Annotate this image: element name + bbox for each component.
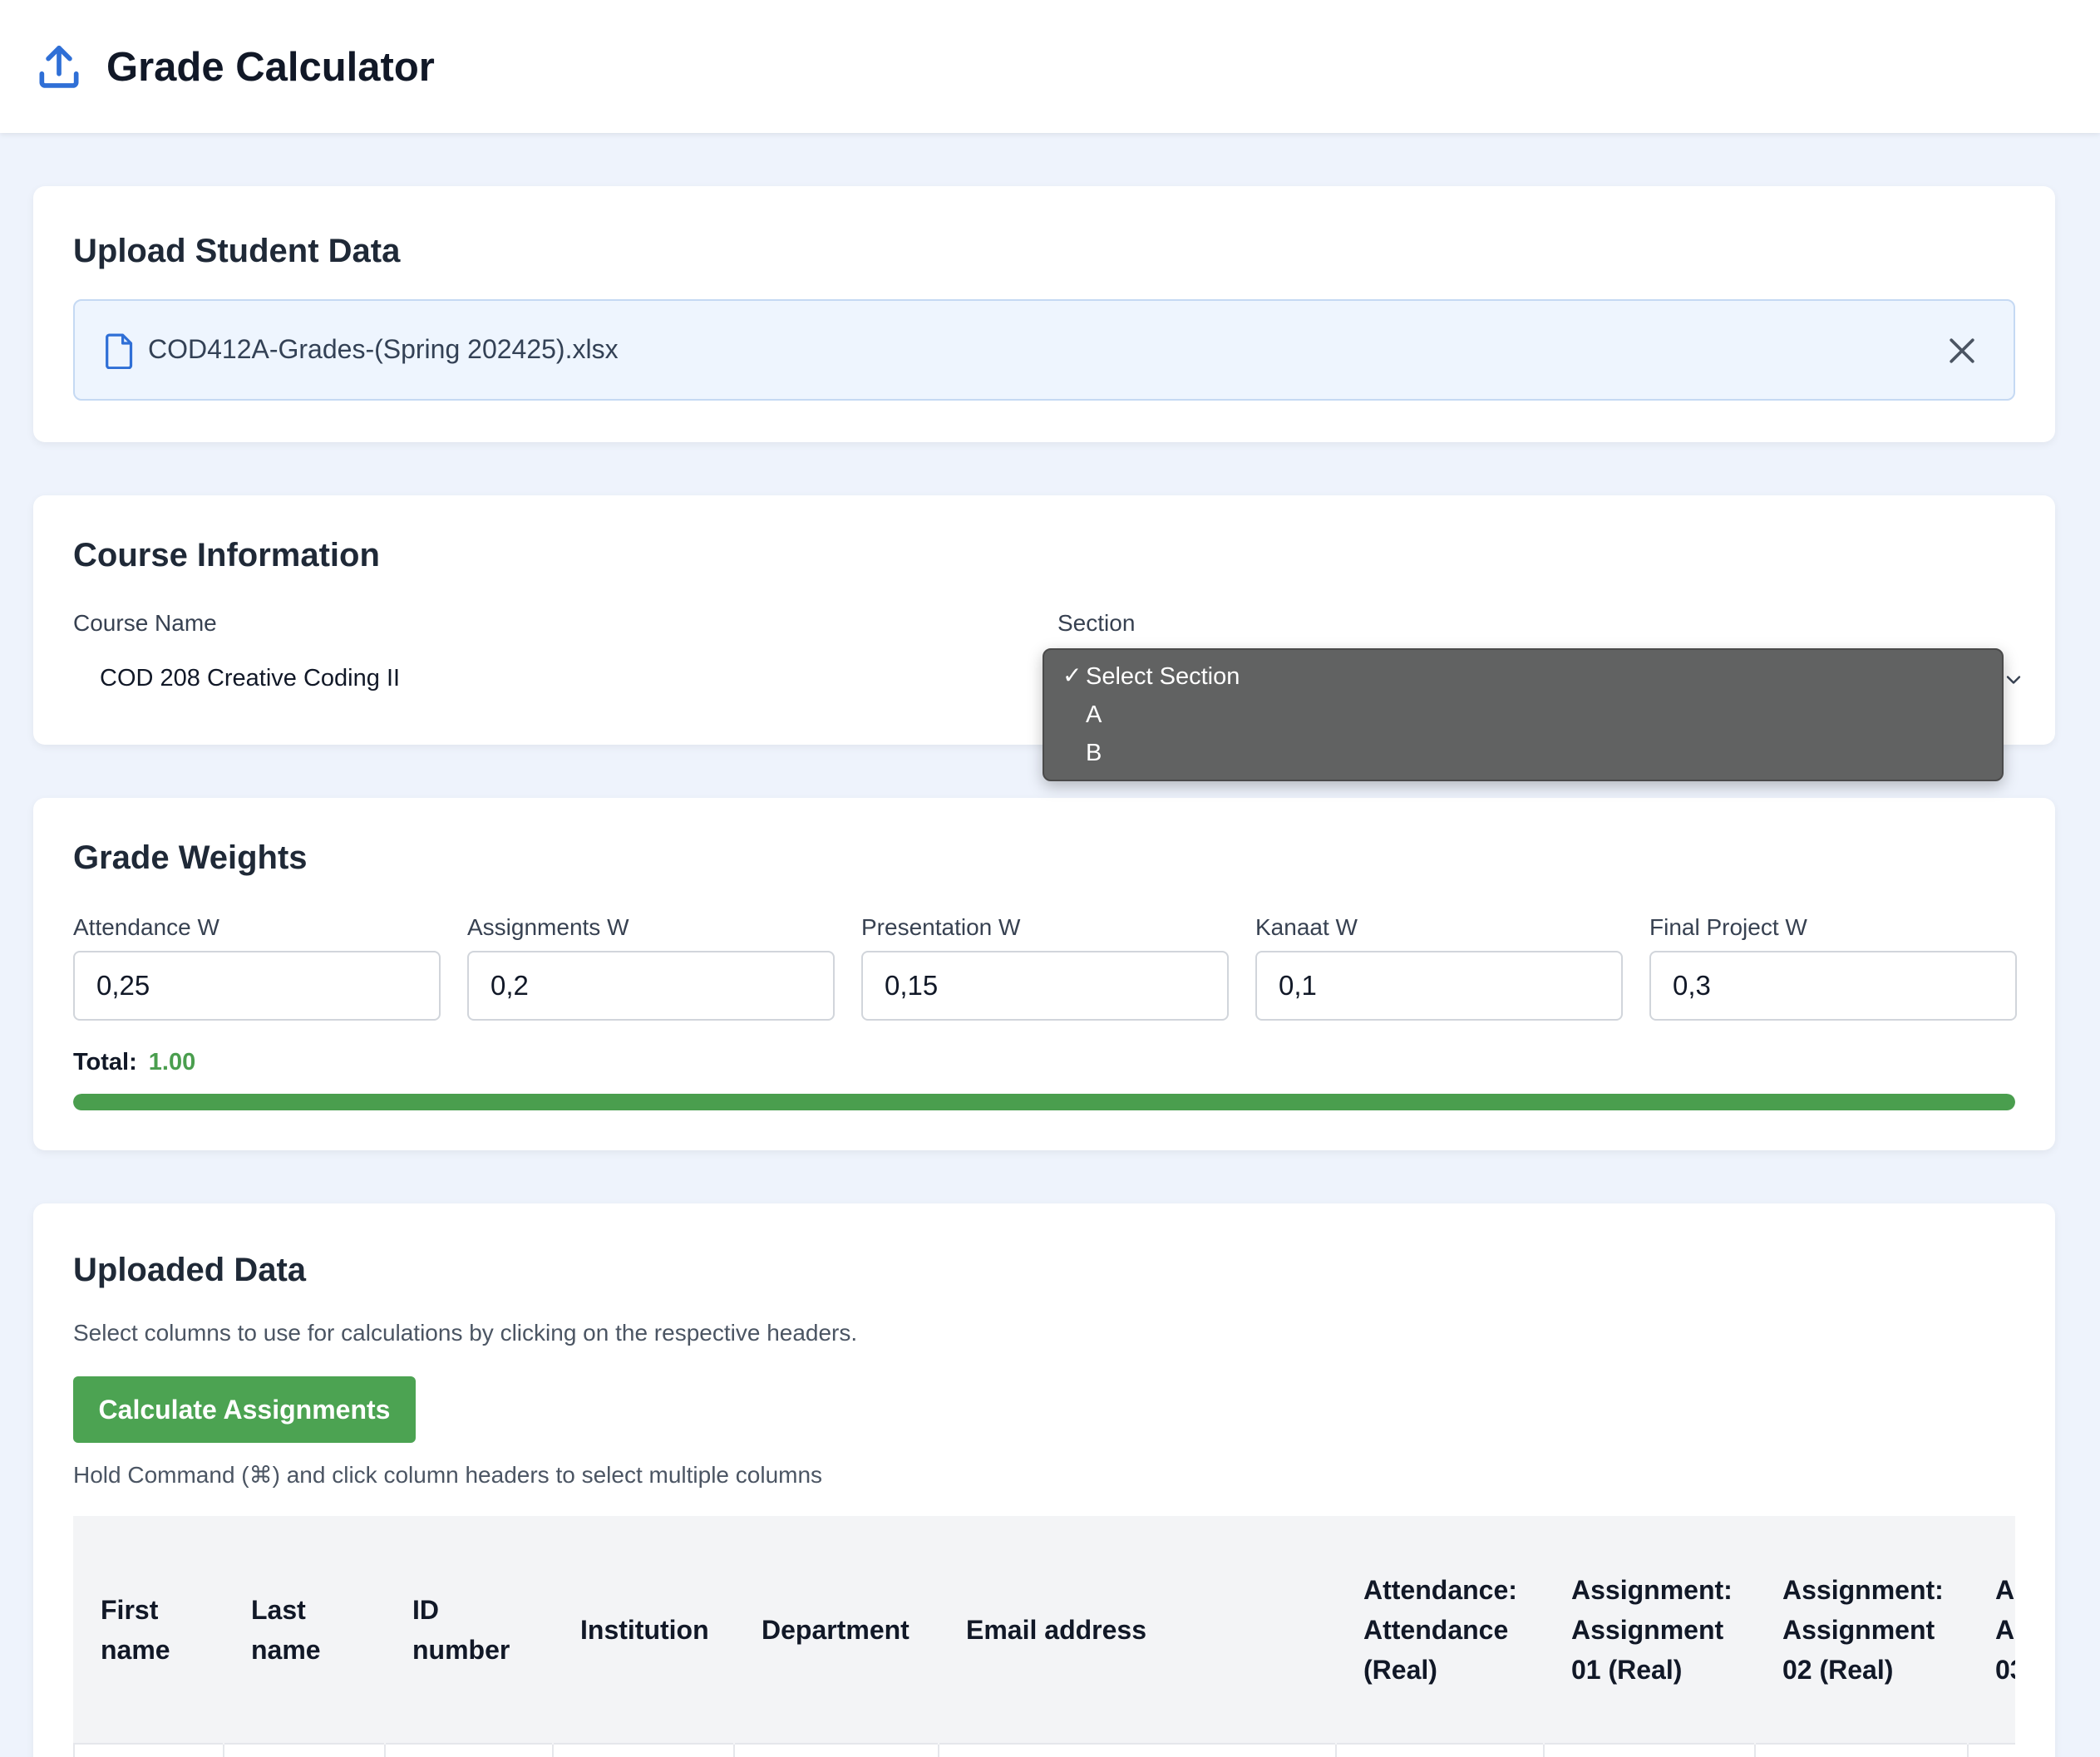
column-header-line: number [412,1634,510,1665]
assignments-weight-label: Assignments W [467,914,629,940]
presentation-weight-input[interactable] [861,951,1229,1021]
column-header[interactable]: Institution [553,1516,735,1744]
column-header-line: As [1995,1574,2015,1605]
uploaded-file: COD412A-Grades-(Spring 202425).xlsx [73,299,2015,401]
section-option-select[interactable]: Select Section [1086,663,1240,691]
grade-weights-title: Grade Weights [73,839,308,876]
column-header[interactable]: First name [74,1516,224,1744]
column-header[interactable]: Assignment: Assignment 02 (Real) [1755,1516,1969,1744]
column-header-line: Attendance: [1363,1574,1517,1605]
final-project-weight-label: Final Project W [1649,914,1807,940]
column-header-line: Assignment: [1782,1574,1944,1605]
column-header-line: (Real) [1363,1654,1437,1685]
column-header-line: Last [251,1594,306,1625]
table-cell [223,1743,386,1757]
weights-progress-fill [73,1094,2015,1110]
calculate-assignments-button[interactable]: Calculate Assignments [73,1376,416,1443]
column-header-line: Assignment [1782,1614,1935,1645]
column-header-line: 01 (Real) [1571,1654,1683,1685]
table-row [73,1743,2015,1757]
column-header-line: Assignment: [1571,1574,1733,1605]
final-project-weight-input[interactable] [1649,951,2017,1021]
column-header[interactable]: As As 03 [1968,1516,2015,1744]
course-name-value: COD 208 Creative Coding II [100,665,401,691]
upload-icon [39,45,79,88]
column-header[interactable]: Last name [224,1516,386,1744]
column-header-line: As [1995,1614,2015,1645]
multi-select-hint: Hold Command (⌘) and click column header… [73,1462,823,1488]
total-label: Total: [73,1049,137,1075]
table-header-row: First name Last name ID number Institution Depa… [74,1516,2015,1744]
close-icon[interactable] [1944,332,1980,369]
table-cell [1967,1743,2015,1757]
kanaat-weight-input[interactable] [1255,951,1623,1021]
data-table-container[interactable]: First name Last name ID number Institution Depa… [73,1516,2015,1757]
attendance-weight-label: Attendance W [73,914,219,940]
total-value: 1.00 [148,1049,196,1075]
column-header-line: Department [762,1614,910,1645]
assignments-weight-field: Assignments W [467,914,835,1021]
file-icon [106,333,133,369]
column-header-line: 02 (Real) [1782,1654,1894,1685]
check-icon: ✓ [1062,662,1082,688]
column-header[interactable]: Email address [939,1516,1337,1744]
table-cell [384,1743,554,1757]
course-name-select[interactable]: COD 208 Creative Coding II [73,650,1071,708]
column-header[interactable]: Department [734,1516,939,1744]
presentation-weight-label: Presentation W [861,914,1021,940]
section-dropdown-menu: ✓ Select Section A B [1043,648,2004,781]
final-project-weight-field: Final Project W [1649,914,2017,1021]
column-header-line: Institution [580,1614,709,1645]
grade-weights-card: Grade Weights Attendance W Assignments W… [33,798,2055,1150]
weights-progress-bar [73,1094,2015,1110]
upload-card: Upload Student Data COD412A-Grades-(Spri… [33,186,2055,442]
section-option-b[interactable]: B [1086,740,1102,767]
data-table: First name Last name ID number Institution Depa… [73,1516,2015,1757]
column-header[interactable]: Attendance: Attendance (Real) [1336,1516,1545,1744]
column-header-line: Email address [966,1614,1146,1645]
column-header-line: name [101,1634,170,1665]
attendance-weight-field: Attendance W [73,914,441,1021]
presentation-weight-field: Presentation W [861,914,1229,1021]
course-info-title: Course Information [73,537,380,573]
column-header[interactable]: Assignment: Assignment 01 (Real) [1544,1516,1756,1744]
app-header: Grade Calculator [0,0,2100,133]
attendance-weight-input[interactable] [73,951,441,1021]
kanaat-weight-label: Kanaat W [1255,914,1358,940]
chevron-down-icon [2006,676,2021,684]
kanaat-weight-field: Kanaat W [1255,914,1623,1021]
course-name-label: Course Name [73,610,217,636]
column-header-line: 03 [1995,1654,2015,1685]
section-option-a[interactable]: A [1086,701,1102,729]
column-header-line: name [251,1634,321,1665]
column-header-line: Assignment [1571,1614,1724,1645]
column-header[interactable]: ID number [385,1516,554,1744]
table-cell [1754,1743,1969,1757]
weights-total: Total: 1.00 [73,1049,195,1076]
file-name: COD412A-Grades-(Spring 202425).xlsx [148,334,619,364]
assignments-weight-input[interactable] [467,951,835,1021]
section-label: Section [1057,610,1136,636]
column-header-line: First [101,1594,159,1625]
column-header-line: ID [412,1594,439,1625]
table-cell [552,1743,735,1757]
uploaded-data-title: Uploaded Data [73,1252,307,1288]
table-cell [1543,1743,1756,1757]
app-title: Grade Calculator [106,45,435,90]
table-cell [1335,1743,1545,1757]
upload-title: Upload Student Data [73,233,401,269]
table-cell [938,1743,1337,1757]
column-header-line: Attendance [1363,1614,1509,1645]
uploaded-data-description: Select columns to use for calculations b… [73,1320,858,1346]
table-cell [73,1743,224,1757]
table-cell [733,1743,939,1757]
uploaded-data-card: Uploaded Data Select columns to use for … [33,1203,2055,1757]
